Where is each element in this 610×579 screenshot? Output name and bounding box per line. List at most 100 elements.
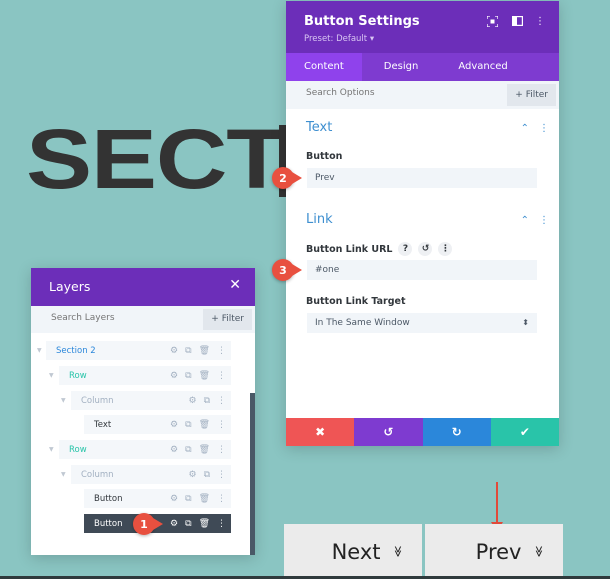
layer-actions: ⚙ ⧉ 🗑 ⋮ — [170, 445, 231, 455]
cancel-button[interactable]: ✖ — [286, 418, 355, 446]
gear-icon[interactable]: ⚙ — [188, 396, 196, 406]
layer-label: Row — [69, 444, 87, 455]
layer-item[interactable]: Column ⚙ ⧉ ⋮ — [71, 391, 231, 410]
link-group-controls: ⌃ ⋮ — [521, 215, 549, 226]
search-layers-input[interactable] — [51, 313, 191, 323]
select-arrows-icon: ⬍ — [522, 318, 529, 327]
tab-design[interactable]: Design — [362, 53, 441, 81]
group-more-icon[interactable]: ⋮ — [539, 123, 549, 134]
trash-icon[interactable]: 🗑 — [199, 371, 210, 381]
more-options-icon[interactable]: ⋮ — [533, 14, 547, 28]
reset-icon[interactable]: ↺ — [418, 242, 433, 256]
more-icon[interactable]: ⋮ — [217, 371, 226, 381]
more-icon[interactable]: ⋮ — [217, 494, 226, 504]
duplicate-icon[interactable]: ⧉ — [185, 494, 191, 504]
layer-item[interactable]: Button ⚙ ⧉ 🗑 ⋮ — [84, 489, 231, 508]
button-link-url-label-text: Button Link URL — [306, 243, 393, 255]
button-link-url-label: Button Link URL ? ↺ ⋮ — [306, 242, 453, 256]
duplicate-icon[interactable]: ⧉ — [185, 420, 191, 430]
layer-item[interactable]: Row ⚙ ⧉ 🗑 ⋮ — [59, 366, 231, 385]
expand-toggle-icon[interactable]: ▼ — [37, 347, 42, 354]
gear-icon[interactable]: ⚙ — [170, 420, 178, 430]
button-text-label: Button — [306, 151, 343, 162]
more-icon[interactable]: ⋮ — [217, 519, 226, 529]
text-group-controls: ⌃ ⋮ — [521, 123, 549, 134]
button-link-target-select[interactable]: In The Same Window ⬍ — [307, 313, 537, 333]
more-icon[interactable]: ⋮ — [217, 346, 226, 356]
preset-dropdown[interactable]: Preset: Default ▾ — [304, 34, 374, 44]
gear-icon[interactable]: ⚙ — [170, 519, 178, 529]
trash-icon[interactable]: 🗑 — [199, 346, 210, 356]
button-settings-panel: Button Settings Preset: Default ▾ ⋮ Cont… — [286, 1, 559, 446]
gear-icon[interactable]: ⚙ — [188, 470, 196, 480]
button-text-input[interactable] — [307, 168, 537, 188]
help-icon[interactable]: ? — [398, 242, 413, 256]
next-button-label: Next — [331, 539, 381, 564]
layer-item[interactable]: Column ⚙ ⧉ ⋮ — [71, 465, 231, 484]
duplicate-icon[interactable]: ⧉ — [204, 470, 210, 480]
settings-title: Button Settings — [304, 14, 420, 29]
trash-icon[interactable]: 🗑 — [199, 519, 210, 529]
gear-icon[interactable]: ⚙ — [170, 445, 178, 455]
expand-toggle-icon[interactable]: ▼ — [61, 471, 66, 478]
more-icon[interactable]: ⋮ — [217, 396, 226, 406]
filter-button[interactable]: + Filter — [507, 84, 556, 106]
callout-1: 1 — [133, 513, 163, 535]
more-icon[interactable]: ⋮ — [217, 470, 226, 480]
trash-icon[interactable]: 🗑 — [199, 445, 210, 455]
fullscreen-icon[interactable] — [485, 14, 499, 28]
layer-item[interactable]: Text ⚙ ⧉ 🗑 ⋮ — [84, 415, 231, 434]
link-group-title[interactable]: Link — [306, 212, 333, 227]
layer-label: Column — [81, 395, 114, 406]
layers-panel: Layers ✕ + Filter ▼ Section 2 ⚙ ⧉ 🗑 ⋮ ▼ Row… — [31, 268, 255, 555]
settings-tabs: Content Design Advanced — [286, 53, 559, 81]
settings-header[interactable]: Button Settings Preset: Default ▾ ⋮ — [286, 1, 559, 53]
duplicate-icon[interactable]: ⧉ — [185, 519, 191, 529]
layer-actions: ⚙ ⧉ 🗑 ⋮ — [170, 420, 231, 430]
duplicate-icon[interactable]: ⧉ — [185, 445, 191, 455]
layer-label: Section 2 — [56, 345, 96, 356]
layer-item[interactable]: Row ⚙ ⧉ 🗑 ⋮ — [59, 440, 231, 459]
more-icon[interactable]: ⋮ — [217, 420, 226, 430]
redo-button[interactable]: ↻ — [422, 418, 491, 446]
undo-icon: ↺ — [383, 425, 394, 439]
layers-filter-button[interactable]: + Filter — [203, 309, 252, 330]
button-link-target-value: In The Same Window — [315, 318, 410, 328]
collapse-icon[interactable]: ⌃ — [521, 123, 529, 134]
layer-actions: ⚙ ⧉ 🗑 ⋮ — [170, 494, 231, 504]
gear-icon[interactable]: ⚙ — [170, 371, 178, 381]
save-button[interactable]: ✔ — [490, 418, 559, 446]
more-icon[interactable]: ⋮ — [217, 445, 226, 455]
duplicate-icon[interactable]: ⧉ — [185, 371, 191, 381]
trash-icon[interactable]: 🗑 — [199, 420, 210, 430]
prev-button[interactable]: Prev ≫ — [425, 524, 563, 579]
split-view-icon[interactable] — [510, 14, 524, 28]
collapse-icon[interactable]: ⌃ — [521, 215, 529, 226]
gear-icon[interactable]: ⚙ — [170, 346, 178, 356]
field-more-icon[interactable]: ⋮ — [438, 242, 453, 256]
prev-button-label: Prev — [475, 539, 522, 564]
tab-content[interactable]: Content — [286, 53, 362, 81]
duplicate-icon[interactable]: ⧉ — [204, 396, 210, 406]
group-more-icon[interactable]: ⋮ — [539, 215, 549, 226]
layers-header[interactable]: Layers ✕ — [31, 268, 255, 306]
expand-toggle-icon[interactable]: ▼ — [49, 372, 54, 379]
expand-toggle-icon[interactable]: ▼ — [61, 397, 66, 404]
close-icon[interactable]: ✕ — [229, 277, 241, 293]
trash-icon[interactable]: 🗑 — [199, 494, 210, 504]
duplicate-icon[interactable]: ⧉ — [185, 346, 191, 356]
next-button[interactable]: Next ≫ — [284, 524, 422, 579]
layer-item[interactable]: Section 2 ⚙ ⧉ 🗑 ⋮ — [46, 341, 231, 360]
double-chevron-down-icon: ≫ — [532, 545, 546, 558]
search-options-input[interactable] — [306, 88, 486, 98]
button-link-url-input[interactable] — [307, 260, 537, 280]
callout-3: 3 — [272, 259, 302, 281]
text-group-title[interactable]: Text — [306, 120, 332, 135]
button-link-target-label: Button Link Target — [306, 296, 406, 307]
layer-actions: ⚙ ⧉ ⋮ — [188, 396, 231, 406]
undo-button[interactable]: ↺ — [354, 418, 423, 446]
gear-icon[interactable]: ⚙ — [170, 494, 178, 504]
layers-scrollbar[interactable] — [250, 393, 255, 555]
expand-toggle-icon[interactable]: ▼ — [49, 446, 54, 453]
tab-advanced[interactable]: Advanced — [440, 53, 525, 81]
